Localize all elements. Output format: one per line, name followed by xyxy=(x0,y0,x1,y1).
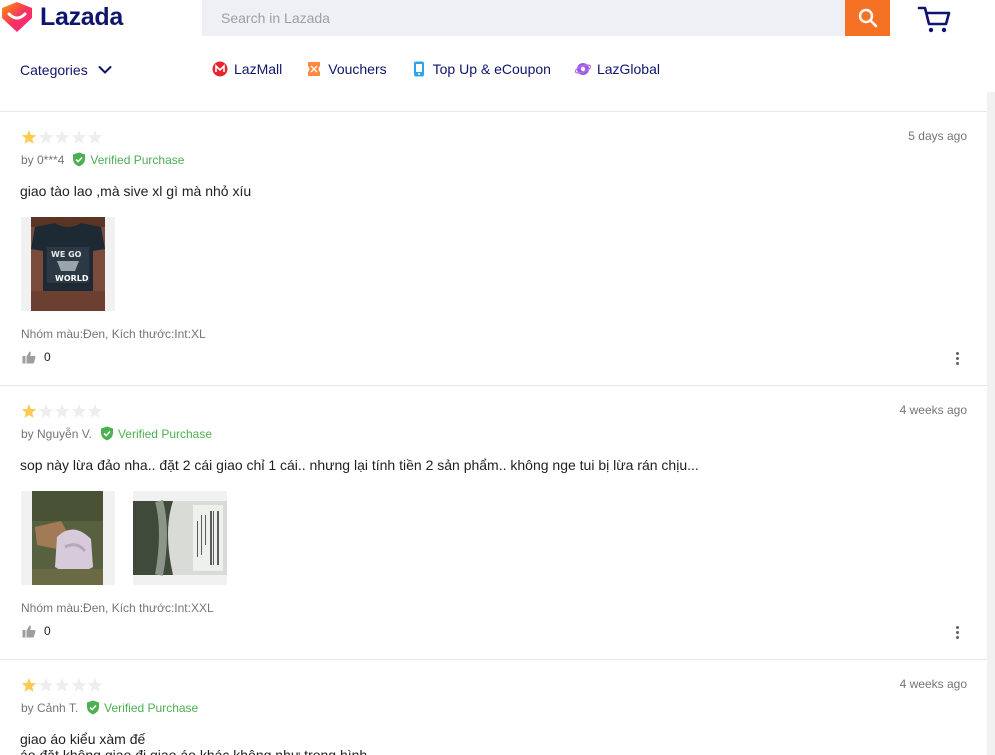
review-item: 4 weeks ago by Nguyễn V. Verified Purcha… xyxy=(0,386,987,660)
star-empty-icon xyxy=(71,678,86,692)
review-sku: Nhóm màu:Đen, Kích thước:Int:XXL xyxy=(21,601,214,615)
review-content: giao tào lao ,mà sive xl gì mà nhỏ xíu xyxy=(20,183,252,199)
cart-button[interactable] xyxy=(916,4,952,34)
review-content: sop này lừa đảo nha.. đặt 2 cái giao chỉ… xyxy=(20,457,699,473)
label-photo xyxy=(133,499,227,576)
review-item: 5 days ago by 0***4 Verified Purchase gi… xyxy=(0,112,987,386)
reviews-list: 5 days ago by 0***4 Verified Purchase gi… xyxy=(0,111,987,755)
verified-shield-icon xyxy=(87,700,100,715)
star-filled-icon xyxy=(21,404,37,418)
search-input[interactable] xyxy=(202,0,845,36)
review-image[interactable] xyxy=(133,491,227,585)
verified-badge: Verified Purchase xyxy=(86,700,198,715)
star-rating xyxy=(21,129,104,145)
lazglobal-icon xyxy=(574,63,591,75)
review-author-line: by Cảnh T. Verified Purchase xyxy=(21,700,198,715)
star-empty-icon xyxy=(87,678,103,692)
verified-shield-icon xyxy=(100,426,113,441)
lazada-heart-icon xyxy=(2,2,32,32)
review-date: 4 weeks ago xyxy=(899,677,967,691)
star-empty-icon xyxy=(71,130,86,144)
star-filled-icon xyxy=(21,678,37,692)
nav-link-topup[interactable]: Top Up & eCoupon xyxy=(411,61,551,77)
review-image[interactable]: WE GO WORLD xyxy=(21,217,115,311)
categories-dropdown[interactable]: Categories xyxy=(20,62,112,78)
nav-label-topup: Top Up & eCoupon xyxy=(432,61,551,77)
review-date: 4 weeks ago xyxy=(899,403,967,417)
star-empty-icon xyxy=(54,404,70,418)
nav-link-vouchers[interactable]: Vouchers xyxy=(306,61,387,77)
nav-link-lazmall[interactable]: LazMall xyxy=(212,61,282,77)
review-content: giao áo kiểu xàm đế áo đặt không giao đi… xyxy=(20,731,367,755)
tshirt-photo: WE GO WORLD xyxy=(31,217,105,311)
verified-badge: Verified Purchase xyxy=(100,426,212,441)
nav-links: LazMall Vouchers Top Up & eCoupon LazGlo… xyxy=(212,61,684,77)
lazmall-icon xyxy=(212,61,228,77)
review-images: WE GO WORLD xyxy=(21,217,133,311)
star-rating xyxy=(21,403,104,419)
brand-name: Lazada xyxy=(40,2,123,31)
more-options-button[interactable] xyxy=(952,350,962,366)
review-content-line: áo đặt không giao đi giao áo khác không … xyxy=(20,747,368,755)
review-images xyxy=(21,491,245,585)
review-author: by Nguyễn V. xyxy=(21,426,92,441)
package-photo xyxy=(32,491,103,585)
nav-label-vouchers: Vouchers xyxy=(328,61,387,77)
search-icon xyxy=(858,8,877,28)
page-scrollbar[interactable] xyxy=(987,92,995,755)
categories-label: Categories xyxy=(20,62,88,78)
review-author-line: by Nguyễn V. Verified Purchase xyxy=(21,426,212,441)
nav-label-lazmall: LazMall xyxy=(234,61,283,77)
topup-icon xyxy=(413,61,424,77)
review-content-line: giao áo kiểu xàm đế xyxy=(20,731,146,747)
review-author: by 0***4 xyxy=(21,152,65,167)
lazada-logo[interactable]: Lazada xyxy=(0,0,123,34)
star-rating xyxy=(21,677,104,693)
star-empty-icon xyxy=(54,130,70,144)
star-empty-icon xyxy=(38,678,53,692)
like-button[interactable]: 0 xyxy=(22,350,51,364)
star-filled-icon xyxy=(21,130,37,144)
verified-shield-icon xyxy=(73,152,86,167)
star-empty-icon xyxy=(38,130,53,144)
nav-label-lazglobal: LazGlobal xyxy=(596,61,660,77)
nav-link-lazglobal[interactable]: LazGlobal xyxy=(574,61,660,77)
star-empty-icon xyxy=(38,404,53,418)
star-empty-icon xyxy=(71,404,86,418)
svg-text:WE GO: WE GO xyxy=(51,250,82,259)
voucher-icon xyxy=(308,62,321,76)
verified-label: Verified Purchase xyxy=(117,426,213,441)
verified-badge: Verified Purchase xyxy=(72,152,184,167)
thumbs-up-icon xyxy=(22,625,36,637)
review-item: 4 weeks ago by Cảnh T. Verified Purchase… xyxy=(0,660,987,755)
review-sku: Nhóm màu:Đen, Kích thước:Int:XL xyxy=(21,327,206,341)
review-author: by Cảnh T. xyxy=(21,700,79,715)
star-empty-icon xyxy=(87,130,103,144)
search-button[interactable] xyxy=(845,0,890,36)
more-options-button[interactable] xyxy=(952,624,962,640)
chevron-down-icon xyxy=(98,66,112,74)
review-author-line: by 0***4 Verified Purchase xyxy=(21,152,184,167)
site-header: Lazada Categories LazMall xyxy=(0,0,995,92)
cart-icon xyxy=(917,6,951,33)
like-count: 0 xyxy=(44,350,51,364)
review-date: 5 days ago xyxy=(908,129,967,143)
verified-label: Verified Purchase xyxy=(104,700,199,715)
star-empty-icon xyxy=(87,404,103,418)
star-empty-icon xyxy=(54,678,70,692)
verified-label: Verified Purchase xyxy=(90,152,185,167)
review-image[interactable] xyxy=(21,491,115,585)
like-count: 0 xyxy=(44,624,51,638)
like-button[interactable]: 0 xyxy=(22,624,51,638)
thumbs-up-icon xyxy=(22,351,36,363)
search-bar xyxy=(202,0,845,36)
svg-text:WORLD: WORLD xyxy=(55,274,89,283)
